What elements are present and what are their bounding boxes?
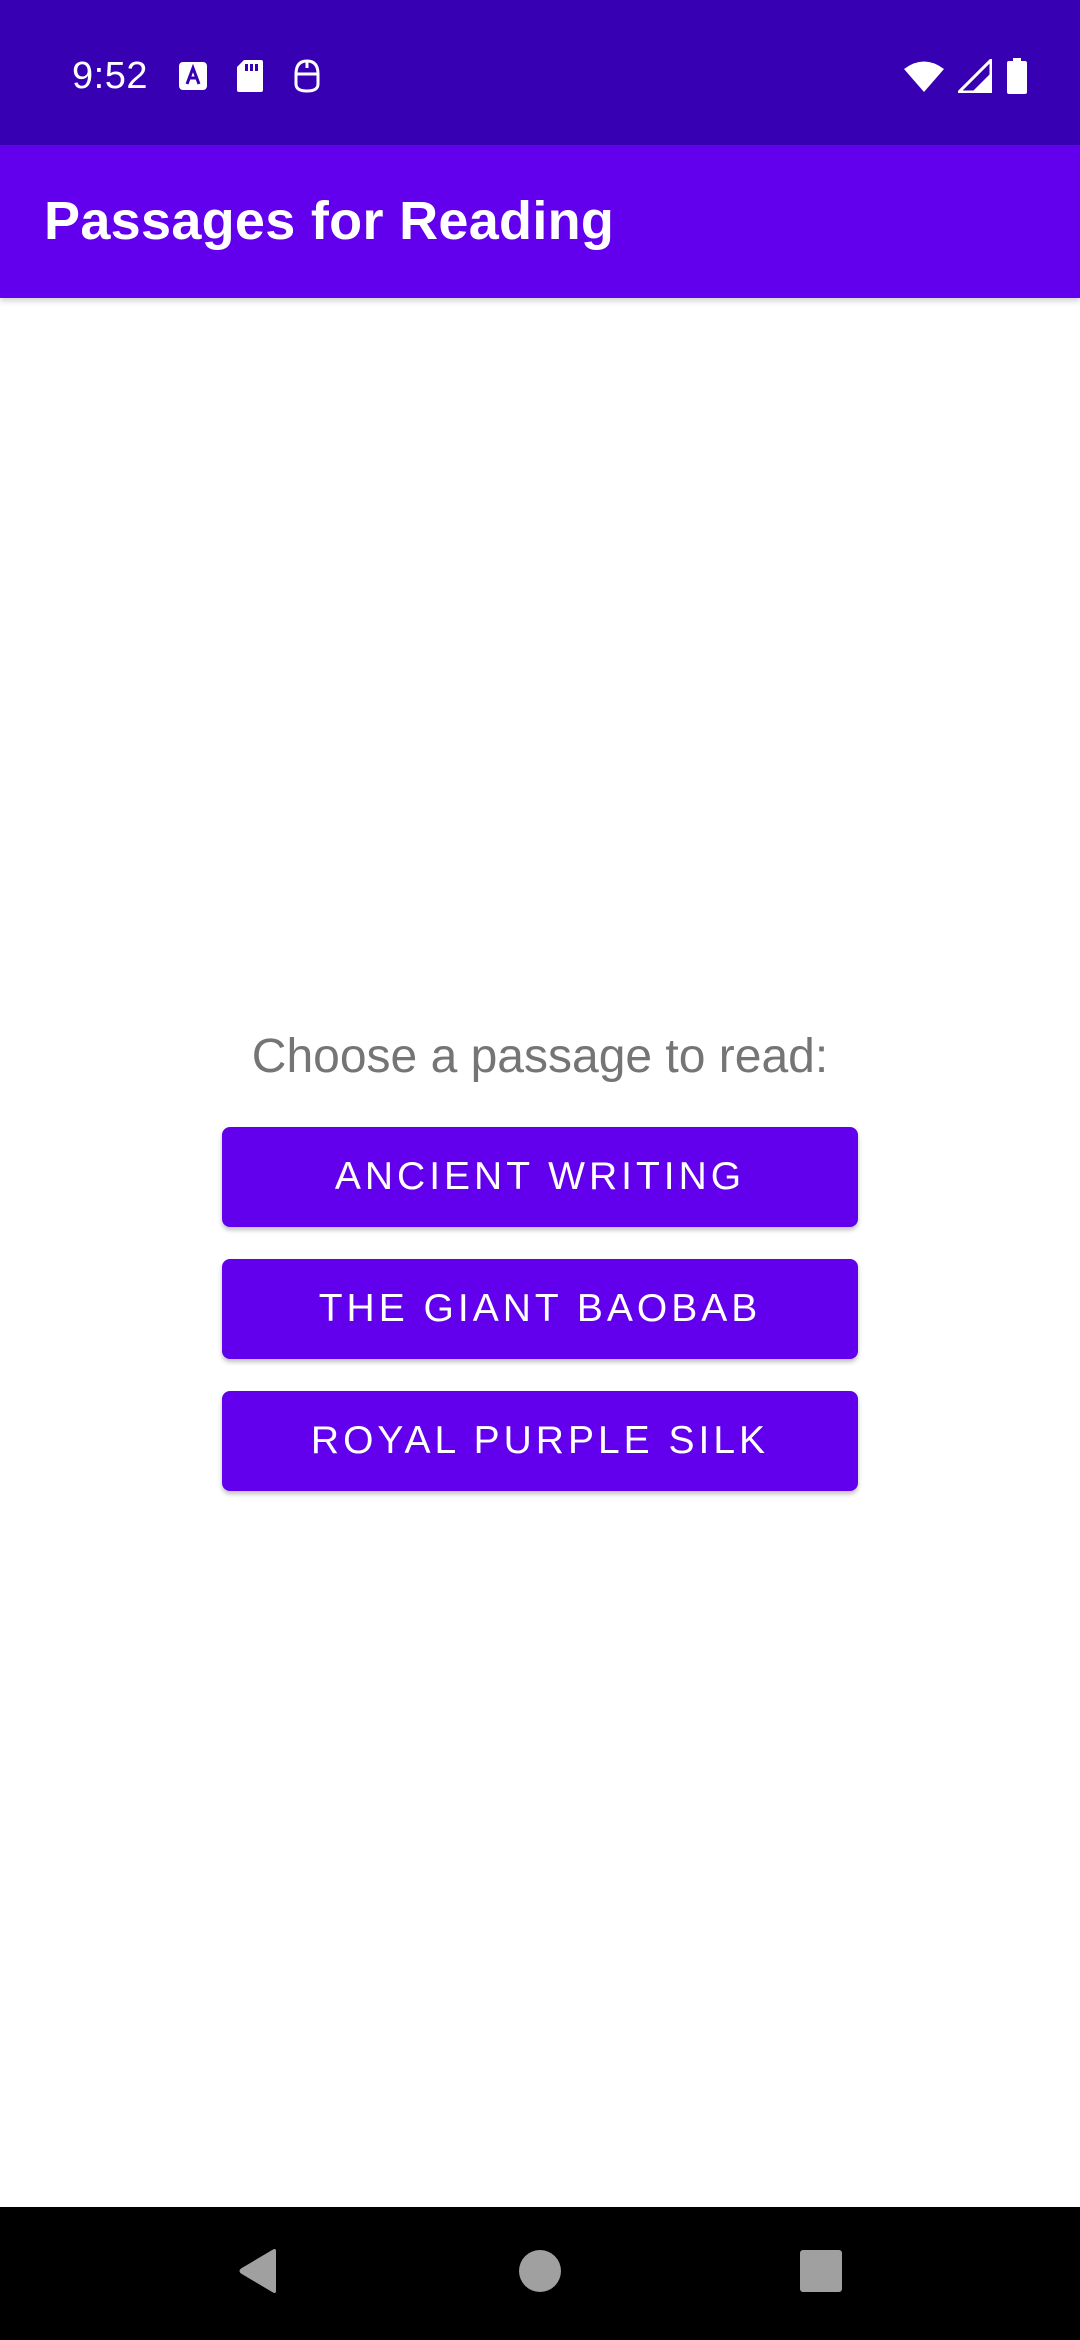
battery-icon — [1006, 58, 1028, 94]
app-bar: Passages for Reading — [0, 145, 1080, 298]
helmet-icon — [292, 58, 322, 94]
royal-purple-silk-button[interactable]: ROYAL PURPLE SILK — [222, 1391, 858, 1491]
giant-baobab-button[interactable]: THE GIANT BAOBAB — [222, 1259, 858, 1359]
app-title: Passages for Reading — [44, 191, 615, 251]
status-bar: 9:52 — [0, 0, 1080, 145]
passage-prompt: Choose a passage to read: — [251, 1030, 829, 1083]
sd-card-icon — [236, 59, 264, 93]
cell-signal-icon — [958, 59, 992, 93]
status-icons-right — [904, 56, 1028, 96]
home-button[interactable] — [480, 2207, 600, 2340]
navigation-bar — [0, 2207, 1080, 2340]
wifi-icon — [904, 60, 944, 92]
a-badge-icon — [178, 61, 208, 91]
screen: 9:52 Passages for Reading Choose a passa… — [0, 0, 1080, 2340]
recents-icon — [800, 2250, 842, 2297]
ancient-writing-button[interactable]: ANCIENT WRITING — [222, 1127, 858, 1227]
recents-button[interactable] — [761, 2207, 881, 2340]
back-icon — [236, 2248, 280, 2299]
status-icons-left — [178, 56, 322, 96]
back-button[interactable] — [198, 2207, 318, 2340]
home-icon — [518, 2249, 562, 2298]
status-time: 9:52 — [72, 55, 148, 97]
